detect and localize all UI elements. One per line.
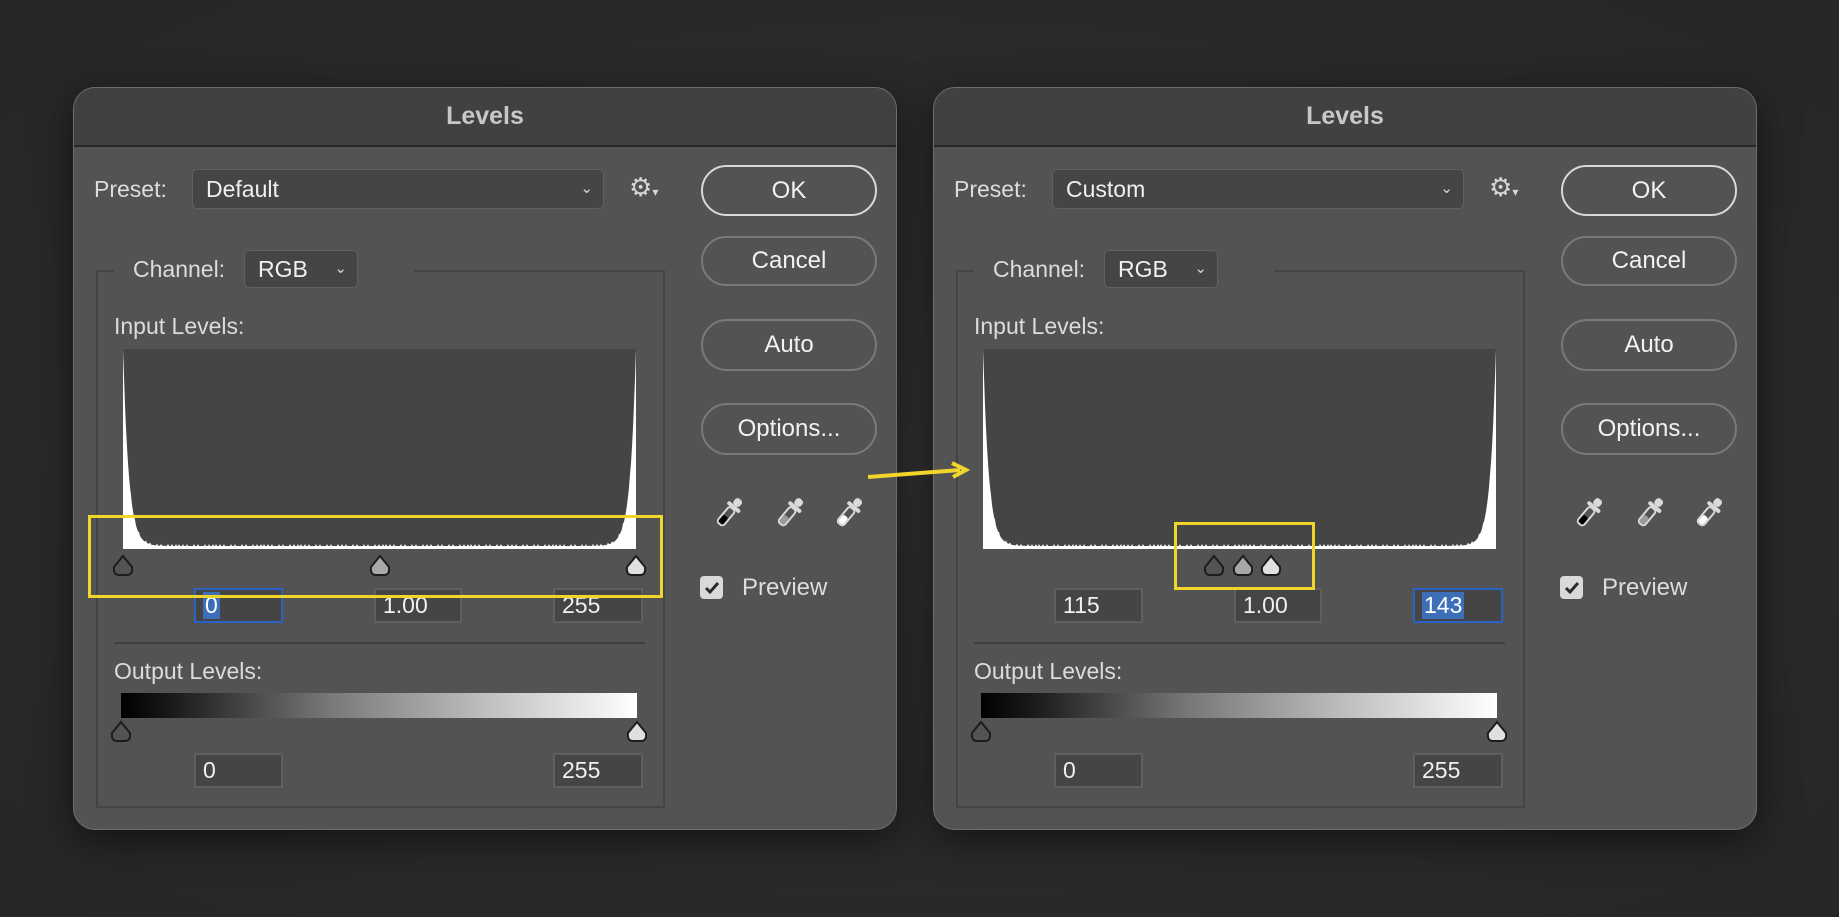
channel-label: Channel: (993, 256, 1086, 282)
channel-label: Channel: (133, 256, 226, 282)
channel-select[interactable]: RGB ⌄ (1104, 250, 1218, 288)
cancel-button[interactable]: Cancel (1561, 236, 1737, 286)
section-divider (974, 642, 1505, 644)
levels-dialog-custom: Levels Preset: Custom ⌄ ⚙▾ OK Cancel Aut… (933, 87, 1757, 830)
output-white-field[interactable]: 255 (553, 753, 643, 788)
output-white-field[interactable]: 255 (1413, 753, 1503, 788)
chevron-down-icon: ⌄ (580, 180, 593, 198)
title-bar[interactable]: Levels (934, 88, 1756, 147)
chevron-down-icon: ⌄ (1194, 260, 1207, 278)
output-gradient-bar (981, 693, 1497, 718)
levels-dialog-default: Levels Preset: Default ⌄ ⚙▾ OK Cancel Au… (73, 87, 897, 830)
input-levels-label: Input Levels: (974, 313, 1105, 339)
chevron-down-icon: ⌄ (334, 260, 347, 278)
annotation-arrow-icon (867, 461, 971, 479)
preview-checkbox[interactable] (1560, 576, 1583, 599)
channel-select[interactable]: RGB ⌄ (244, 250, 358, 288)
gray-point-eyedropper-icon[interactable] (772, 494, 806, 534)
gray-point-eyedropper-icon[interactable] (1632, 494, 1666, 534)
output-black-field[interactable]: 0 (1054, 753, 1143, 788)
histogram (983, 349, 1496, 549)
gear-menu-icon[interactable]: ⚙▾ (629, 172, 658, 203)
output-gradient-bar (121, 693, 637, 718)
input-white-field[interactable]: 143 (1413, 588, 1503, 623)
checkmark-icon (1564, 581, 1579, 594)
preview-label: Preview (1602, 574, 1688, 601)
preset-select[interactable]: Default ⌄ (192, 169, 604, 209)
output-white-slider[interactable] (625, 720, 647, 742)
output-levels-label: Output Levels: (974, 658, 1123, 684)
histogram-shape (983, 349, 1496, 549)
channel-value: RGB (1118, 255, 1168, 282)
cancel-button[interactable]: Cancel (701, 236, 877, 286)
output-white-slider[interactable] (1485, 720, 1507, 742)
preset-value: Custom (1066, 175, 1146, 202)
checkmark-icon (704, 581, 719, 594)
options-button[interactable]: Options... (701, 403, 877, 455)
output-black-slider[interactable] (109, 720, 131, 742)
highlight-box-default-sliders (88, 515, 663, 598)
black-point-eyedropper-icon[interactable] (711, 494, 745, 534)
gear-menu-icon[interactable]: ⚙▾ (1489, 172, 1518, 203)
preset-label: Preset: (954, 176, 1027, 202)
preset-value: Default (206, 175, 279, 202)
white-point-eyedropper-icon[interactable] (1691, 494, 1725, 534)
dialog-title: Levels (446, 102, 524, 130)
preset-label: Preset: (94, 176, 167, 202)
ok-button[interactable]: OK (701, 165, 877, 216)
output-levels-label: Output Levels: (114, 658, 263, 684)
input-gamma-field[interactable]: 1.00 (1234, 588, 1322, 623)
output-black-slider[interactable] (969, 720, 991, 742)
preset-select[interactable]: Custom ⌄ (1052, 169, 1464, 209)
input-black-field[interactable]: 115 (1054, 588, 1143, 623)
output-black-field[interactable]: 0 (194, 753, 283, 788)
dialog-title: Levels (1306, 102, 1384, 130)
options-button[interactable]: Options... (1561, 403, 1737, 455)
ok-button[interactable]: OK (1561, 165, 1737, 216)
auto-button[interactable]: Auto (701, 319, 877, 371)
section-divider (114, 642, 645, 644)
preview-checkbox[interactable] (700, 576, 723, 599)
channel-value: RGB (258, 255, 308, 282)
preview-label: Preview (742, 574, 828, 601)
input-levels-label: Input Levels: (114, 313, 245, 339)
black-point-eyedropper-icon[interactable] (1571, 494, 1605, 534)
chevron-down-icon: ⌄ (1440, 180, 1453, 198)
highlight-box-custom-sliders (1174, 522, 1315, 590)
white-point-eyedropper-icon[interactable] (831, 494, 865, 534)
title-bar[interactable]: Levels (74, 88, 896, 147)
auto-button[interactable]: Auto (1561, 319, 1737, 371)
